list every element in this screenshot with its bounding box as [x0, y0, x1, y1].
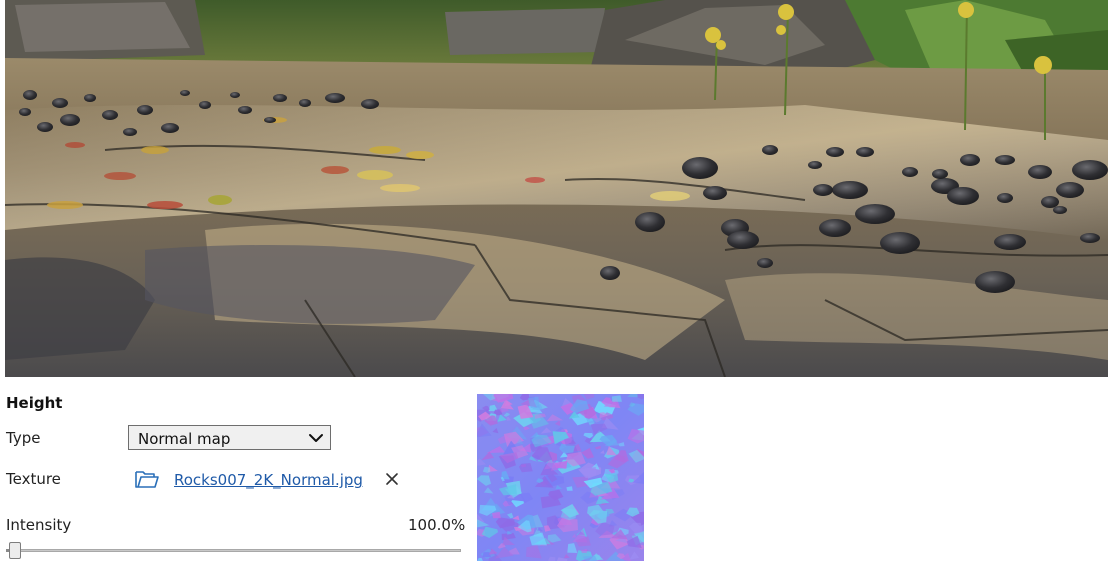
render-scene [5, 0, 1108, 377]
render-preview [5, 0, 1108, 377]
intensity-slider[interactable] [6, 541, 461, 561]
intensity-label: Intensity [6, 516, 72, 534]
chevron-down-icon [309, 434, 323, 442]
folder-icon[interactable] [134, 468, 160, 490]
section-title: Height [6, 394, 63, 412]
texture-label: Texture [6, 470, 61, 488]
type-dropdown[interactable]: Normal map [128, 425, 331, 450]
intensity-value: 100.0% [408, 516, 466, 534]
type-dropdown-value: Normal map [138, 430, 231, 448]
slider-track [6, 549, 461, 552]
close-icon[interactable] [384, 471, 400, 487]
texture-file-link[interactable]: Rocks007_2K_Normal.jpg [174, 471, 363, 489]
type-label: Type [6, 429, 41, 447]
normal-map-image [477, 394, 644, 561]
slider-thumb[interactable] [9, 542, 21, 559]
normal-map-thumbnail [477, 394, 644, 561]
